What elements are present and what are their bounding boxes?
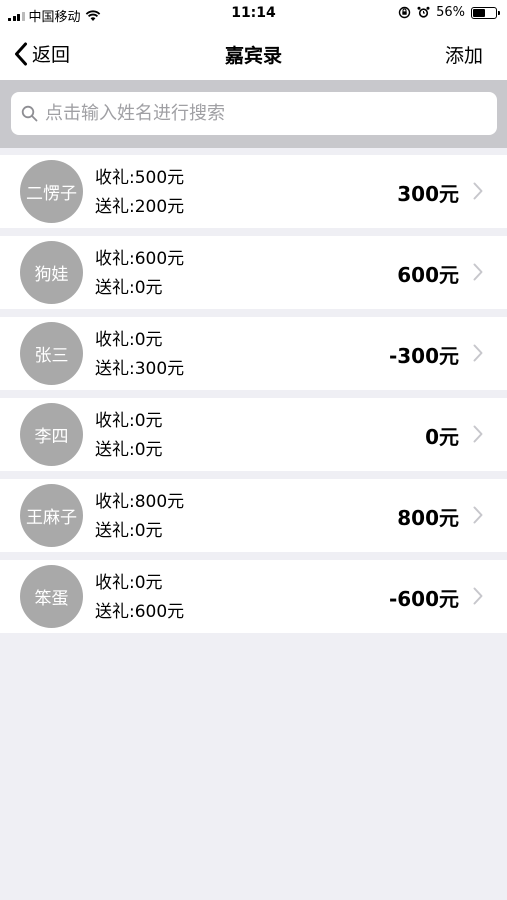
search-box[interactable] [11, 92, 497, 135]
net-amount: 800元 [397, 506, 459, 530]
avatar: 李四 [20, 403, 83, 466]
given-amount: 送礼:0元 [95, 521, 163, 541]
guest-row[interactable]: 王麻子 收礼:800元 送礼:0元 800元 [0, 479, 507, 552]
chevron-right-icon [473, 506, 483, 524]
search-input[interactable] [45, 92, 485, 135]
chevron-right-icon [473, 344, 483, 362]
guest-name: 王麻子 [26, 508, 77, 528]
status-bar: 中国移动 11:14 56% [0, 0, 507, 28]
chevron-right-icon [473, 182, 483, 200]
guest-name: 狗娃 [34, 265, 69, 285]
battery-icon [471, 6, 500, 19]
guest-name: 张三 [34, 346, 69, 366]
avatar: 王麻子 [20, 484, 83, 547]
chevron-right-icon [473, 425, 483, 443]
net-amount: 0元 [425, 425, 459, 449]
search-area [0, 80, 507, 148]
status-right: 56% [398, 5, 500, 20]
add-button[interactable]: 添加 [445, 41, 483, 68]
given-amount: 送礼:600元 [95, 602, 185, 622]
given-amount: 送礼:0元 [95, 278, 163, 298]
search-icon [21, 105, 38, 122]
gift-lines: 收礼:500元 送礼:200元 [95, 164, 184, 222]
gift-lines: 收礼:0元 送礼:300元 [95, 326, 184, 384]
avatar: 笨蛋 [20, 565, 83, 628]
battery-fill [473, 8, 485, 17]
net-amount: -300元 [388, 344, 459, 368]
given-amount: 送礼:0元 [95, 440, 163, 460]
guest-row[interactable]: 二愣子 收礼:500元 送礼:200元 300元 [0, 155, 507, 228]
chevron-right-icon [473, 263, 483, 281]
received-amount: 收礼:0元 [95, 573, 163, 593]
net-amount: -600元 [388, 587, 459, 611]
net-amount: 300元 [397, 182, 459, 206]
received-amount: 收礼:0元 [95, 330, 163, 350]
gift-lines: 收礼:600元 送礼:0元 [95, 245, 184, 303]
net-amount: 600元 [397, 263, 459, 287]
received-amount: 收礼:500元 [95, 168, 185, 188]
gift-lines: 收礼:800元 送礼:0元 [95, 488, 184, 546]
given-amount: 送礼:200元 [95, 197, 185, 217]
received-amount: 收礼:600元 [95, 249, 185, 269]
page-title: 嘉宾录 [224, 45, 282, 67]
gift-lines: 收礼:0元 送礼:0元 [95, 407, 163, 465]
received-amount: 收礼:800元 [95, 492, 185, 512]
guest-name: 李四 [34, 427, 69, 447]
avatar: 张三 [20, 322, 83, 385]
guest-name: 二愣子 [26, 184, 77, 204]
guest-row[interactable]: 张三 收礼:0元 送礼:300元 -300元 [0, 317, 507, 390]
navigation-bar: 返回 嘉宾录 添加 [0, 28, 507, 80]
rotation-lock-icon [398, 6, 411, 19]
guest-list: 二愣子 收礼:500元 送礼:200元 300元 狗娃 收礼:600元 送礼:0… [0, 155, 507, 641]
battery-percent: 56% [436, 5, 465, 20]
gift-lines: 收礼:0元 送礼:600元 [95, 569, 184, 627]
received-amount: 收礼:0元 [95, 411, 163, 431]
guest-row[interactable]: 狗娃 收礼:600元 送礼:0元 600元 [0, 236, 507, 309]
alarm-icon [417, 6, 430, 18]
avatar: 二愣子 [20, 160, 83, 223]
guest-name: 笨蛋 [34, 589, 69, 609]
guest-row[interactable]: 笨蛋 收礼:0元 送礼:600元 -600元 [0, 560, 507, 633]
given-amount: 送礼:300元 [95, 359, 185, 379]
avatar: 狗娃 [20, 241, 83, 304]
chevron-right-icon [473, 587, 483, 605]
guest-row[interactable]: 李四 收礼:0元 送礼:0元 0元 [0, 398, 507, 471]
